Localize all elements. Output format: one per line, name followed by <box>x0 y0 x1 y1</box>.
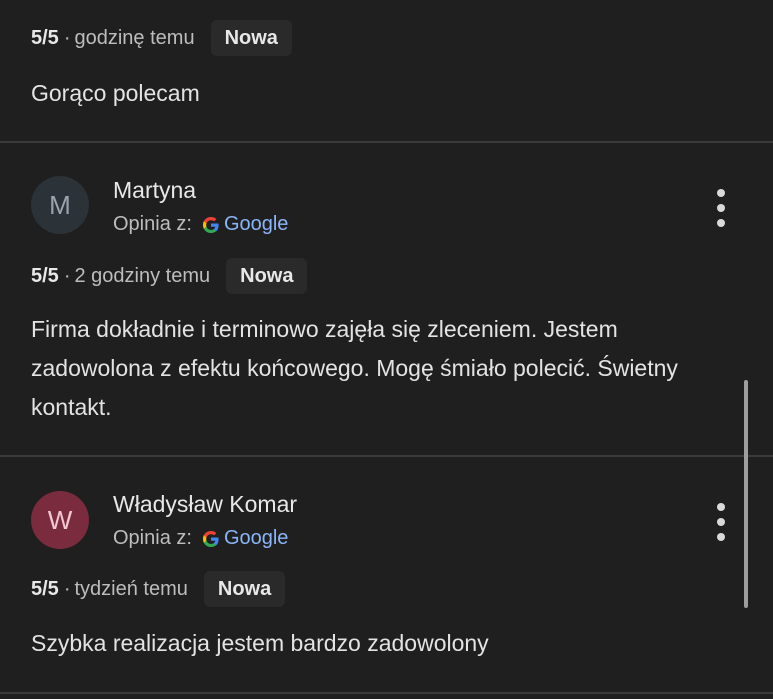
divider <box>0 455 773 457</box>
rating-score: 5/5 <box>31 577 59 600</box>
google-g-icon <box>202 216 219 233</box>
new-badge: Nowa <box>210 20 292 56</box>
review-time: 2 godziny temu <box>74 264 211 287</box>
more-vertical-icon[interactable] <box>706 500 736 544</box>
new-badge: Nowa <box>226 258 308 294</box>
rating-row: 5/5 · 2 godziny temu Nowa <box>31 258 308 294</box>
divider <box>0 141 773 143</box>
google-source-link[interactable]: Google <box>224 213 289 236</box>
google-g-icon <box>202 530 219 547</box>
avatar[interactable]: M <box>31 176 89 234</box>
avatar-letter: W <box>47 504 73 535</box>
rating-row: 5/5 · godzinę temu Nowa <box>31 20 292 56</box>
new-badge: Nowa <box>203 571 286 607</box>
author-name[interactable]: Martyna <box>113 177 196 204</box>
author-name[interactable]: Władysław Komar <box>113 491 297 518</box>
avatar[interactable]: W <box>31 491 89 549</box>
google-source-link[interactable]: Google <box>224 527 289 550</box>
separator: · <box>63 264 71 287</box>
review-time: tydzień temu <box>74 577 188 600</box>
divider <box>0 692 773 694</box>
rating-score: 5/5 <box>31 264 59 287</box>
scrollbar[interactable] <box>744 380 748 608</box>
review-text: Szybka realizacja jestem bardzo zadowolo… <box>31 630 489 656</box>
review-text: Gorąco polecam <box>31 80 200 106</box>
more-vertical-icon[interactable] <box>706 186 736 230</box>
rating-score: 5/5 <box>31 26 59 49</box>
avatar-letter: M <box>49 189 71 220</box>
review-source: Opinia z: Google <box>113 213 288 236</box>
rating-row: 5/5 · tydzień temu Nowa <box>31 571 286 607</box>
review-text: Firma dokładnie i terminowo zajęła się z… <box>31 316 678 420</box>
review-time: godzinę temu <box>74 26 195 49</box>
separator: · <box>63 26 71 49</box>
source-label: Opinia z: <box>113 527 192 549</box>
source-label: Opinia z: <box>113 213 192 235</box>
separator: · <box>63 577 71 600</box>
review-source: Opinia z: Google <box>113 527 288 550</box>
